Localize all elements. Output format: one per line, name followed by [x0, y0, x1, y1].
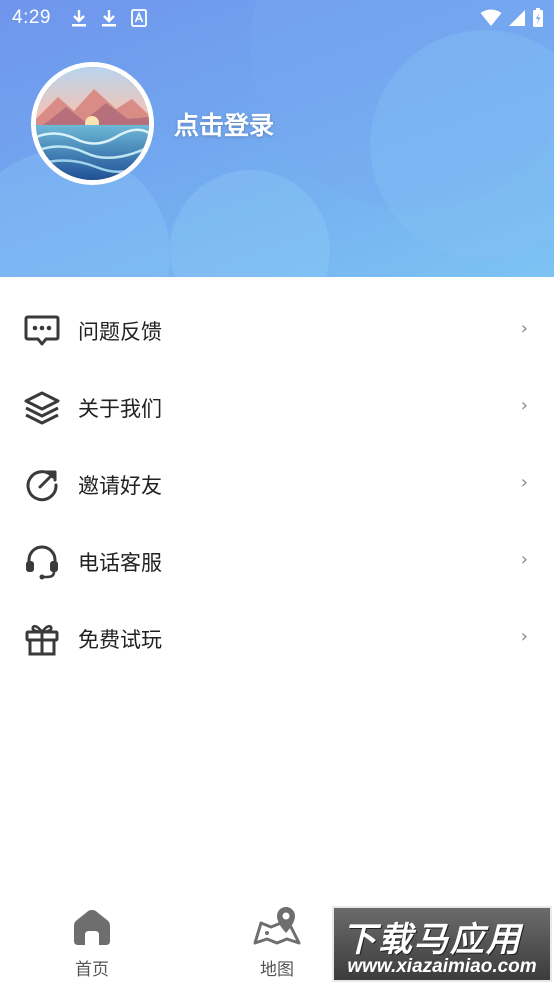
tab-label: 地图 [260, 960, 294, 980]
menu-item-phone-support[interactable]: 电话客服 › [0, 523, 554, 600]
tab-map[interactable]: 地图 [227, 903, 327, 980]
menu-item-label: 邀请好友 [78, 474, 162, 498]
profile-header: 4:29 点击登录 [0, 0, 554, 277]
status-bar: 4:29 [0, 0, 554, 36]
chevron-right-icon: › [520, 626, 528, 647]
watermark-title: 下载马应用 [342, 920, 522, 960]
menu-item-label: 电话客服 [78, 551, 162, 575]
menu-item-label: 问题反馈 [78, 320, 162, 344]
status-time: 4:29 [12, 7, 51, 28]
font-icon [131, 9, 147, 27]
watermark-logo: 下载马应用 www.xiazaimiao.com [332, 906, 552, 982]
avatar-landscape-image [36, 67, 149, 180]
share-icon [22, 466, 62, 504]
menu-item-feedback[interactable]: 问题反馈 › [0, 292, 554, 369]
menu-item-free-trial[interactable]: 免费试玩 › [0, 600, 554, 677]
watermark-url: www.xiazaimiao.com [347, 956, 537, 977]
menu-item-invite[interactable]: 邀请好友 › [0, 446, 554, 523]
wifi-icon [480, 9, 502, 26]
menu-item-label: 关于我们 [78, 397, 162, 421]
tab-home[interactable]: 首页 [42, 903, 142, 980]
header-decoration [170, 170, 330, 277]
layers-icon [22, 389, 62, 427]
home-icon [42, 903, 142, 947]
battery-icon [533, 8, 543, 27]
signal-icon [509, 10, 525, 26]
feedback-icon [22, 312, 62, 350]
chevron-right-icon: › [520, 472, 528, 493]
map-icon [227, 903, 327, 947]
gift-icon [22, 620, 62, 658]
download-icon [101, 10, 116, 27]
chevron-right-icon: › [520, 549, 528, 570]
headset-icon [22, 543, 62, 581]
menu-list: 问题反馈 › 关于我们 › 邀请好友 › 电话客服 › 免费试玩 › [0, 292, 554, 677]
menu-item-about[interactable]: 关于我们 › [0, 369, 554, 446]
download-icon [71, 10, 86, 27]
avatar[interactable] [31, 62, 154, 185]
chevron-right-icon: › [520, 395, 528, 416]
tab-label: 首页 [75, 960, 109, 980]
menu-item-label: 免费试玩 [78, 628, 162, 652]
login-button[interactable]: 点击登录 [174, 106, 274, 142]
chevron-right-icon: › [520, 318, 528, 339]
